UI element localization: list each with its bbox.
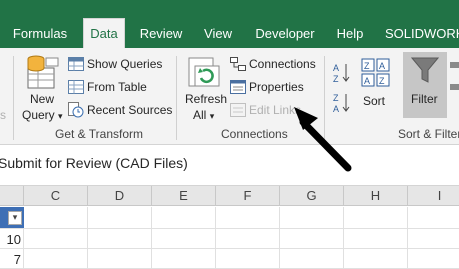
svg-text:A: A (379, 61, 385, 71)
filter-label: Filter (411, 92, 438, 106)
column-header-d[interactable]: D (88, 186, 152, 206)
tab-solidworks[interactable]: SOLIDWORKS (385, 20, 459, 48)
grid-cell[interactable] (152, 249, 216, 269)
new-query-label-2: Query ▾ (22, 108, 63, 122)
refresh-all-label-2: All ▾ (193, 108, 214, 122)
cell-value: 7 (13, 252, 21, 267)
column-header-f[interactable]: F (216, 186, 280, 206)
sort-za-icon[interactable]: Z A (333, 92, 351, 114)
column-header-g[interactable]: G (280, 186, 344, 206)
refresh-all-button[interactable]: Refresh All ▾ (183, 54, 227, 124)
properties-button[interactable]: Properties (249, 80, 304, 94)
filter-header-cell: ▾ (0, 207, 24, 229)
group-separator (176, 56, 177, 140)
sort-button[interactable]: Z A A Z Sort (358, 56, 394, 116)
chevron-down-icon: ▾ (12, 212, 18, 222)
group-separator (13, 56, 14, 140)
chevron-down-icon: ▾ (58, 111, 63, 121)
new-query-icon (27, 55, 59, 89)
svg-text:Z: Z (333, 93, 339, 103)
grid-cell[interactable] (344, 207, 408, 229)
grid-cell[interactable] (88, 229, 152, 249)
show-queries-icon (68, 57, 84, 71)
sort-az-icon[interactable]: A Z (333, 62, 351, 84)
recent-sources-button[interactable]: Recent Sources (87, 103, 172, 117)
group-label-sort-filter: Sort & Filter (398, 127, 459, 141)
grid-cell[interactable] (152, 207, 216, 229)
svg-text:Z: Z (364, 61, 370, 71)
grid-cell[interactable] (216, 207, 280, 229)
from-table-icon (68, 80, 84, 94)
from-table-button[interactable]: From Table (87, 80, 147, 94)
grid-cell[interactable] (408, 207, 459, 229)
svg-text:Z: Z (379, 76, 385, 86)
grid-cell[interactable] (152, 229, 216, 249)
column-header-e[interactable]: E (152, 186, 216, 206)
recent-sources-icon (68, 102, 84, 118)
grid-cell[interactable] (408, 229, 459, 249)
new-query-label-2-text: Query (22, 108, 55, 122)
grid-cell-value[interactable]: 7 (0, 249, 24, 269)
connections-button[interactable]: Connections (249, 57, 316, 71)
filter-funnel-icon (411, 57, 439, 83)
tab-formulas[interactable]: Formulas (6, 20, 74, 48)
group-separator (324, 56, 325, 140)
connections-icon (230, 57, 246, 71)
svg-text:A: A (333, 104, 339, 114)
group-label-get-transform: Get & Transform (55, 127, 144, 141)
refresh-all-label-2-text: All (193, 108, 207, 122)
grid-cell[interactable] (280, 229, 344, 249)
grid-cell[interactable] (408, 249, 459, 269)
svg-text:Z: Z (333, 74, 339, 84)
svg-text:A: A (333, 63, 339, 73)
group-label-connections: Connections (221, 127, 288, 141)
grid-cell[interactable] (24, 249, 88, 269)
tab-developer[interactable]: Developer (253, 20, 317, 48)
tab-help[interactable]: Help (334, 20, 366, 48)
grid-cell[interactable] (216, 249, 280, 269)
filter-dropdown-button[interactable]: ▾ (8, 211, 22, 225)
cell-value: 10 (6, 232, 21, 247)
grid-cell[interactable] (24, 207, 88, 229)
tab-review[interactable]: Review (138, 20, 184, 48)
grid-cell[interactable] (216, 229, 280, 249)
grid-cell[interactable] (88, 249, 152, 269)
tab-view[interactable]: View (201, 20, 235, 48)
grid-cell-value[interactable]: 10 (0, 229, 24, 249)
grid-cell[interactable] (280, 249, 344, 269)
svg-text:A: A (364, 76, 370, 86)
formula-bar-text: Submit for Review (CAD Files) (0, 155, 188, 171)
column-header-i[interactable]: I (408, 186, 459, 206)
refresh-all-label: Refresh (185, 92, 228, 106)
formula-bar[interactable]: Submit for Review (CAD Files) (0, 145, 459, 186)
new-query-button[interactable]: New Query ▾ (20, 54, 64, 124)
filter-button[interactable]: Filter (403, 52, 447, 118)
grid-cell[interactable] (344, 249, 408, 269)
edit-links-icon (230, 103, 246, 117)
new-query-label: New (30, 92, 55, 106)
edit-links-button[interactable]: Edit Links (249, 103, 301, 117)
sort-icon: Z A A Z (361, 58, 390, 87)
refresh-icon (188, 57, 220, 87)
properties-icon (230, 80, 246, 94)
sort-label: Sort (363, 94, 386, 108)
column-header-partial[interactable] (0, 186, 24, 206)
chevron-down-icon: ▾ (209, 111, 215, 121)
column-header-h[interactable]: H (344, 186, 408, 206)
grid-cell[interactable] (344, 229, 408, 249)
grid-cell[interactable] (280, 207, 344, 229)
grid-cell[interactable] (24, 229, 88, 249)
cut-off-label: s (0, 108, 6, 122)
show-queries-button[interactable]: Show Queries (87, 57, 162, 71)
clear-filter-icon[interactable] (450, 60, 459, 100)
tab-data[interactable]: Data (83, 18, 125, 49)
column-header-c[interactable]: C (24, 186, 88, 206)
grid-cell[interactable] (88, 207, 152, 229)
